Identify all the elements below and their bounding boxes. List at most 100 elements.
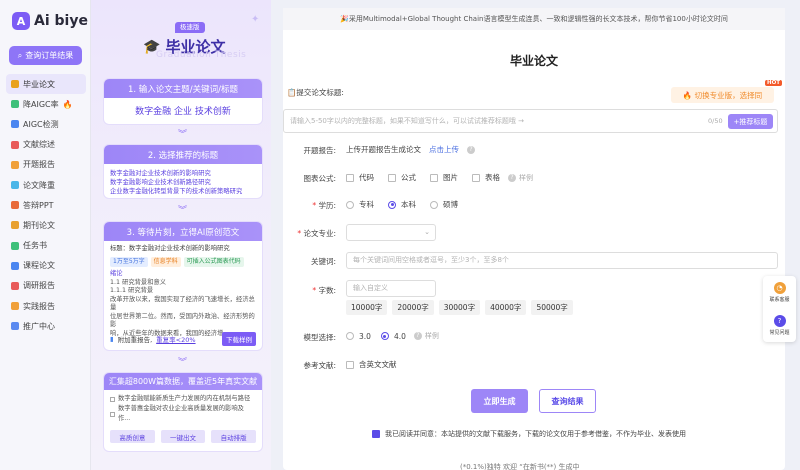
- sidebar-item[interactable]: 降AIGC率 🔥: [6, 94, 86, 114]
- query-order-label: 查询订单结果: [25, 51, 74, 60]
- sidebar-item[interactable]: 课程论文: [6, 256, 86, 276]
- word-chip-10000[interactable]: 10000字: [346, 300, 388, 315]
- submit-title-label: 📋提交论文标题:: [287, 88, 344, 97]
- help-icon[interactable]: ?: [413, 332, 422, 340]
- query-order-button[interactable]: ⌕ 查询订单结果: [9, 46, 82, 65]
- major-label: * 论文专业:: [297, 229, 336, 238]
- faq-button[interactable]: ? 常见问题: [763, 309, 796, 342]
- sidebar-item[interactable]: 期刊论文: [6, 215, 86, 235]
- agreement-checkbox[interactable]: [372, 430, 380, 438]
- degree-radio-master[interactable]: [430, 200, 438, 209]
- nav-item-icon: [11, 181, 19, 190]
- sidebar-item[interactable]: 论文降重: [6, 175, 86, 195]
- sidebar-item-label: 降AIGC率: [23, 99, 59, 109]
- formula-checkbox[interactable]: [388, 173, 396, 182]
- fire-icon: 🔥: [62, 99, 73, 109]
- sidebar-item-label: 调研报告: [23, 281, 55, 291]
- example-link[interactable]: 样例: [519, 173, 533, 183]
- agreement-row: 我已阅读并同意：本站提供的文献下载服务，下载的论文仅用于参考借鉴，不作为毕业、发…: [372, 429, 686, 439]
- auto-format-button[interactable]: 自动排版: [211, 430, 257, 443]
- query-result-button[interactable]: 查询结果: [539, 389, 596, 413]
- refs-row: 含英文文献: [346, 359, 397, 370]
- english-refs-checkbox[interactable]: [346, 360, 354, 369]
- word-chip-40000[interactable]: 40000字: [485, 300, 527, 315]
- sidebar-item[interactable]: 任务书: [6, 236, 86, 256]
- nav-item-icon: [11, 261, 19, 270]
- degree-bachelor-option: 本科: [401, 200, 416, 209]
- model-example-link[interactable]: 样例: [425, 331, 439, 341]
- subject-tag: 信息学科: [150, 256, 181, 267]
- model-radio-3[interactable]: [346, 332, 354, 340]
- sidebar-item[interactable]: 文献综述: [6, 135, 86, 155]
- one-click-button[interactable]: 一键出文: [160, 430, 206, 443]
- upload-link[interactable]: 点击上传: [429, 144, 459, 155]
- degree-row: 专科 本科 硕博: [346, 199, 458, 210]
- code-checkbox[interactable]: [346, 173, 354, 182]
- bottom-status-text: (*0.1%)独特 欢迎 “在新书(**) 生成中: [460, 463, 580, 470]
- table-option: 表格: [485, 173, 500, 182]
- switch-pro-button[interactable]: 🔥 切换专业版，选择同: [671, 87, 774, 103]
- recommend-title-button[interactable]: +推荐标题: [728, 114, 773, 129]
- english-refs-option: 含英文文献: [359, 360, 397, 369]
- sidebar: A Ai biye ⌕ 查询订单结果 毕业论文 降AIGC率 🔥 AIGC检测 文献综述…: [0, 0, 91, 470]
- generate-button[interactable]: 立即生成: [471, 389, 528, 413]
- sidebar-item-label: 课程论文: [23, 261, 55, 271]
- step1-card: 1. 输入论文主题/关键词/标题 数字金融 企业 技术创新: [103, 78, 263, 125]
- degree-radio-junior[interactable]: [346, 200, 354, 209]
- nav-item-icon: [11, 160, 19, 169]
- proposal-row: 上传开题报告生成论文 点击上传 ?: [346, 144, 475, 155]
- sidebar-item[interactable]: 调研报告: [6, 276, 86, 296]
- page-title: 毕业论文: [509, 54, 558, 68]
- checkbox-icon: [110, 396, 115, 402]
- major-select[interactable]: ⌄: [346, 224, 436, 241]
- model-radio-4[interactable]: [380, 332, 389, 340]
- image-checkbox[interactable]: [430, 173, 438, 182]
- sidebar-item[interactable]: 推广中心: [6, 316, 86, 336]
- sidebar-item[interactable]: 实践报告: [6, 296, 86, 316]
- sidebar-item-label: 答辩PPT: [23, 200, 54, 210]
- degree-junior-option: 专科: [359, 200, 374, 209]
- sample-line: 绪论: [110, 270, 123, 277]
- contact-service-button[interactable]: ◔ 联系客服: [763, 276, 796, 309]
- degree-label: * 学历:: [312, 201, 336, 210]
- sample-line: 1.1.1 研究背景: [110, 287, 154, 294]
- speed-badge: 极速版: [175, 22, 205, 33]
- step3-heading: 3. 等待片刻，立得AI原创范文: [104, 222, 262, 241]
- help-icon[interactable]: ?: [467, 145, 475, 154]
- help-icon[interactable]: ?: [508, 173, 516, 182]
- model-row: 3.0 4.0 ? 样例: [346, 331, 439, 341]
- sidebar-item[interactable]: AIGC检测: [6, 114, 86, 134]
- hero-subtitle: Graduation Thesis: [156, 50, 247, 60]
- word-chip-50000[interactable]: 50000字: [531, 300, 573, 315]
- nav-item-icon: [11, 100, 19, 109]
- sidebar-item[interactable]: 毕业论文: [6, 74, 86, 95]
- formula-tag: 可插入公式图表代码: [183, 256, 244, 267]
- model-3-option: 3.0: [359, 331, 371, 341]
- title-input-box: 0/50 +推荐标题: [283, 109, 778, 133]
- charts-row: 代码 公式 图片 表格 ? 样例: [346, 172, 533, 183]
- code-option: 代码: [359, 173, 374, 182]
- keywords-label: 关键词:: [310, 257, 336, 266]
- step4-card: 汇集超800W篇数据，覆盖近5年真实文献 数字金融赋能新质生产力发展的内在机制与…: [103, 372, 263, 452]
- download-sample-button[interactable]: 下载样例: [222, 331, 256, 346]
- degree-radio-bachelor[interactable]: [388, 200, 396, 209]
- chevron-down-icon: ︾: [178, 206, 188, 216]
- sample-line: 改革开放以来，我国实现了经济的飞速增长，经济总量: [110, 295, 255, 312]
- nav-item-icon: [11, 322, 19, 331]
- sidebar-item[interactable]: 答辩PPT: [6, 195, 86, 215]
- step3-card: 3. 等待片刻，立得AI原创范文 标题：数字金融对企业技术创新的影响研究 1万至…: [103, 221, 263, 351]
- logo[interactable]: A Ai biye: [12, 12, 88, 30]
- word-chip-20000[interactable]: 20000字: [392, 300, 434, 315]
- sidebar-item[interactable]: 开题报告: [6, 155, 86, 175]
- duplicate-rate-link[interactable]: 重复率<20%: [156, 334, 195, 344]
- keywords-input[interactable]: 每个关键词间用空格或者逗号，至少3个，至多8个: [346, 252, 778, 269]
- step3-footer: ▮ 附加重报告, 重复率<20% 下载样例: [110, 331, 256, 346]
- table-checkbox[interactable]: [472, 173, 480, 182]
- image-option: 图片: [443, 173, 458, 182]
- title-input[interactable]: [284, 110, 704, 132]
- custom-words-input[interactable]: 输入自定义: [346, 280, 436, 297]
- chevron-down-icon: ︾: [178, 130, 188, 140]
- quality-idea-button[interactable]: 高质创意: [110, 430, 155, 443]
- literature-item: 数字金融赋能新质生产力发展的内在机制与路径: [110, 394, 256, 404]
- word-chip-30000[interactable]: 30000字: [438, 300, 481, 315]
